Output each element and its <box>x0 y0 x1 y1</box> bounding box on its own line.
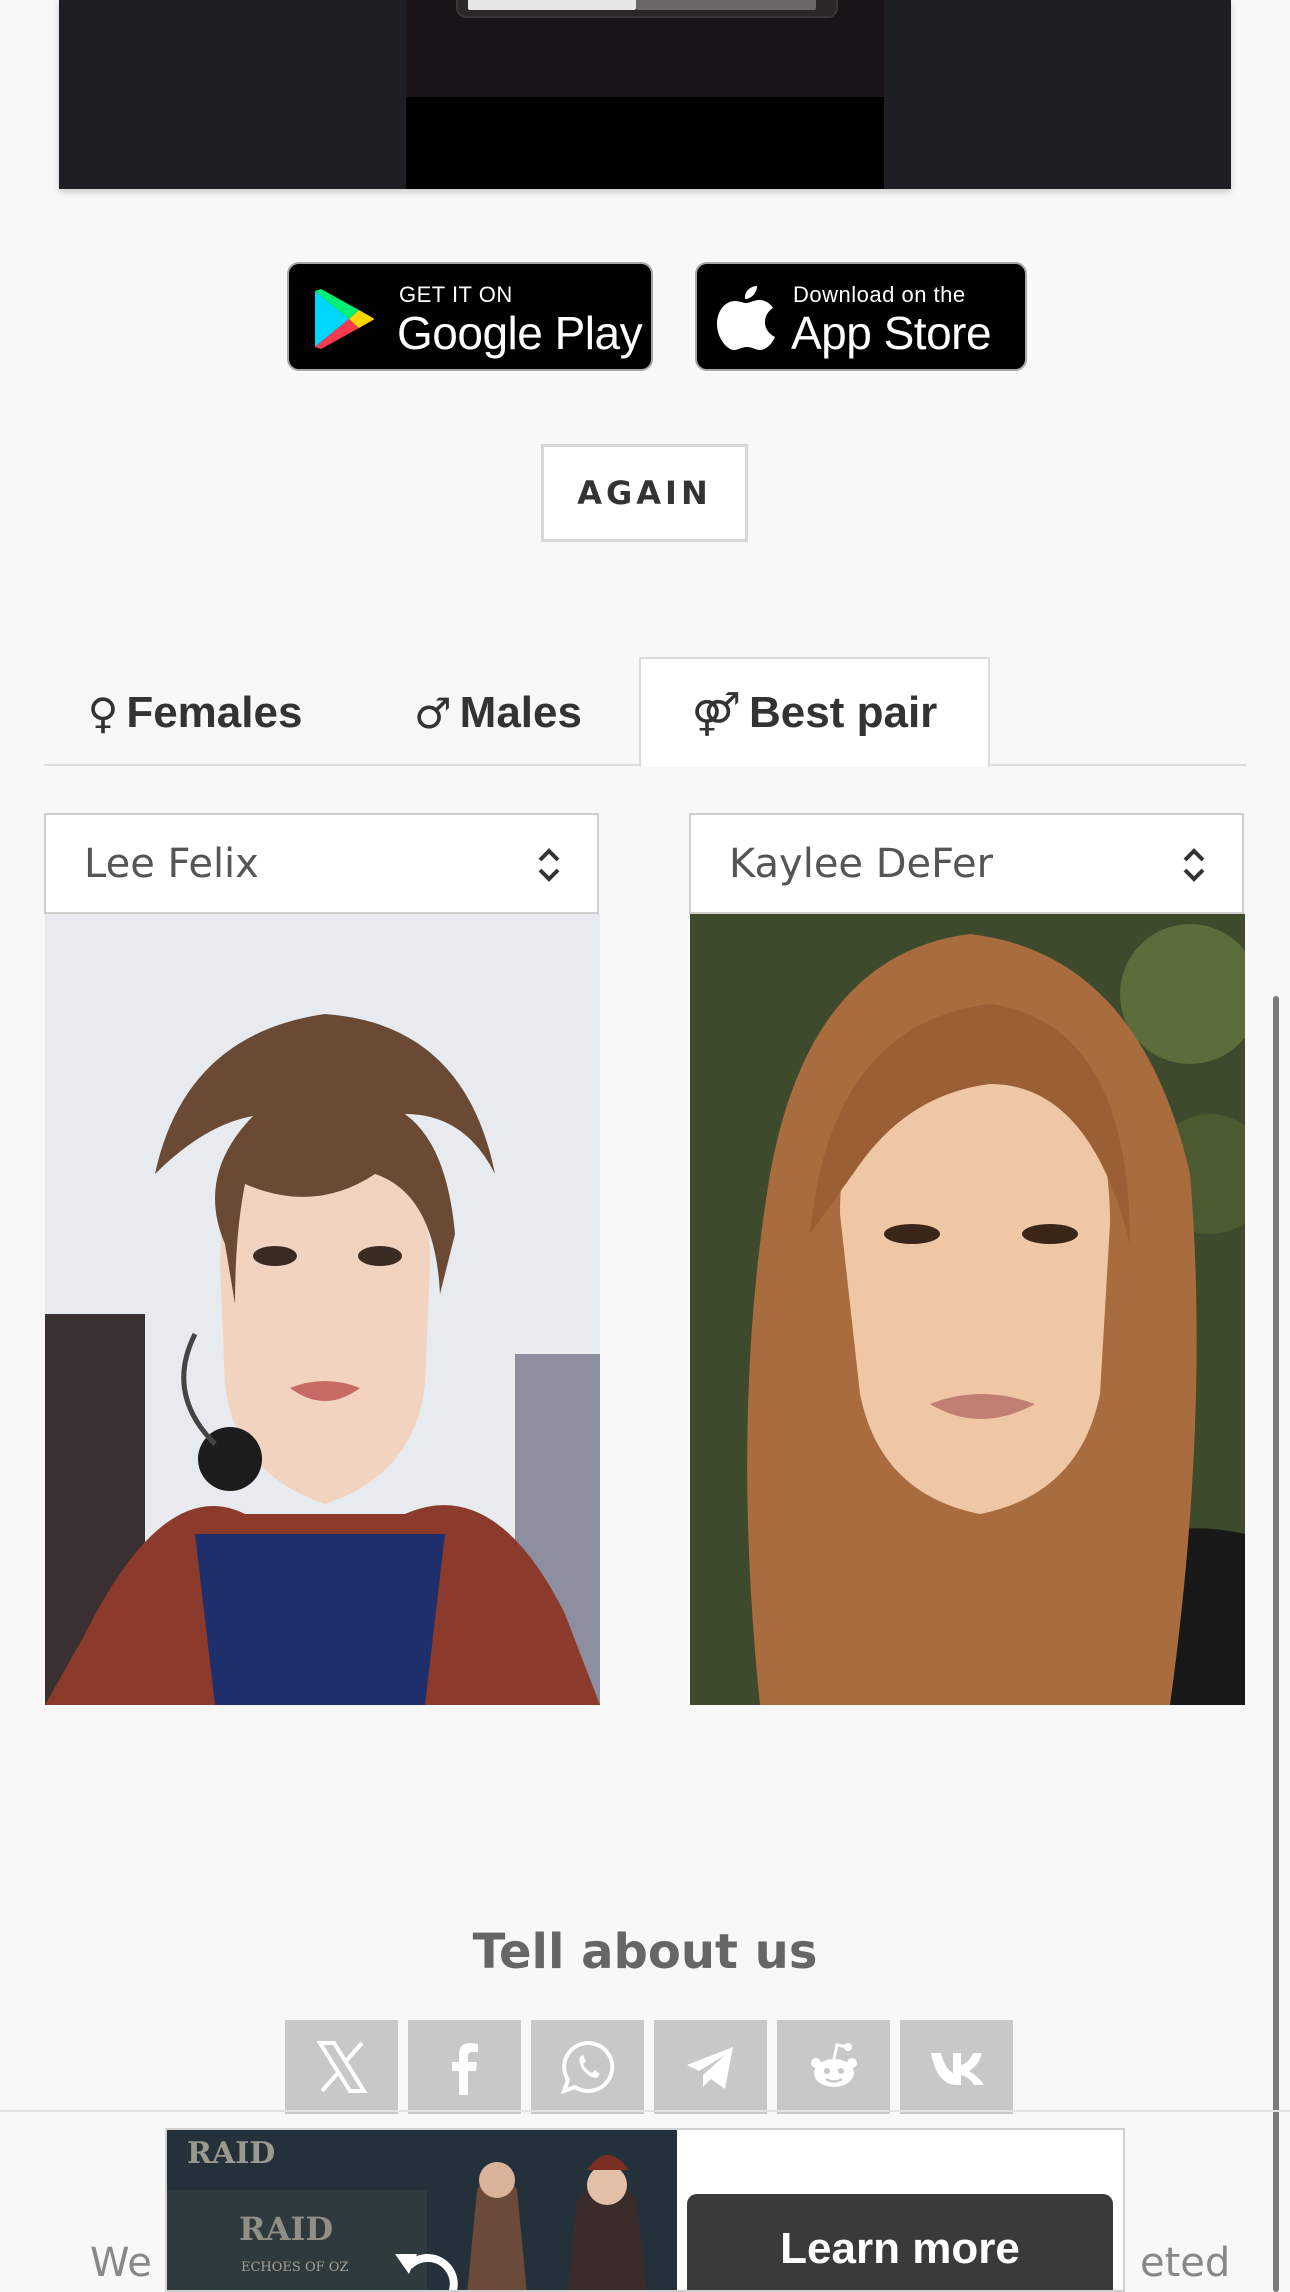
section-divider <box>0 2110 1290 2112</box>
share-telegram-button[interactable] <box>654 2020 767 2114</box>
tab-best-pair[interactable]: ⚤ Best pair <box>639 657 990 767</box>
again-button[interactable]: AGAIN <box>541 444 748 542</box>
tab-females[interactable]: ♀ Females <box>60 660 330 766</box>
share-reddit-button[interactable] <box>777 2020 890 2114</box>
video-progress-remaining <box>636 0 816 10</box>
app-store-badge[interactable]: Download on the App Store <box>695 262 1027 371</box>
reddit-icon <box>810 2043 857 2087</box>
x-icon <box>315 2041 368 2093</box>
share-vk-button[interactable] <box>900 2020 1013 2114</box>
video-progress-bar[interactable] <box>456 0 838 18</box>
share-facebook-button[interactable] <box>408 2020 521 2114</box>
tab-best-pair-label: Best pair <box>749 688 938 737</box>
male-icon: ♂ <box>414 688 452 738</box>
share-x-button[interactable] <box>285 2020 398 2114</box>
google-play-small-text: GET IT ON <box>399 282 513 307</box>
right-person-photo <box>690 914 1245 1705</box>
video-frame[interactable] <box>406 0 884 189</box>
video-player[interactable] <box>59 0 1231 189</box>
google-play-big-text: Google Play <box>397 307 643 359</box>
whatsapp-icon <box>560 2040 614 2095</box>
telegram-icon <box>686 2047 733 2089</box>
ad-brand-top: RAID <box>187 2136 276 2171</box>
left-portrait-image <box>45 914 600 1705</box>
select-arrows-icon <box>538 848 560 882</box>
apple-icon <box>717 286 775 350</box>
ad-brand-main: RAID <box>239 2210 334 2248</box>
tab-males-label: Males <box>459 688 582 737</box>
ad-learn-more-button[interactable]: Learn more <box>687 2194 1113 2290</box>
replay-icon[interactable] <box>385 2240 465 2292</box>
bottom-text-right: eted <box>1140 2240 1231 2286</box>
google-play-badge[interactable]: GET IT ON Google Play <box>287 262 653 371</box>
right-person-select[interactable]: Kaylee DeFer <box>689 813 1244 914</box>
video-preview <box>406 0 884 97</box>
bottom-text-left: We <box>90 2240 152 2286</box>
left-person-select[interactable]: Lee Felix <box>44 813 599 914</box>
video-progress-fill <box>468 0 636 10</box>
google-play-icon <box>315 289 374 349</box>
page-scrollbar[interactable] <box>1273 996 1279 2292</box>
right-portrait-image <box>690 914 1245 1705</box>
ad-subtitle: ECHOES OF OZ <box>241 2260 349 2275</box>
app-store-small-text: Download on the <box>793 282 966 307</box>
ad-image[interactable]: RAID RAID ECHOES OF OZ <box>167 2130 677 2292</box>
left-person-value: Lee Felix <box>84 841 259 887</box>
left-person-photo <box>45 914 600 1705</box>
vk-icon <box>930 2053 984 2085</box>
facebook-icon <box>451 2043 478 2095</box>
share-whatsapp-button[interactable] <box>531 2020 644 2114</box>
pair-icon: ⚤ <box>691 688 742 738</box>
ad-banner[interactable]: RAID RAID ECHOES OF OZ Learn more <box>165 2128 1125 2292</box>
select-arrows-icon <box>1183 848 1205 882</box>
tab-males[interactable]: ♂ Males <box>378 660 618 766</box>
share-title: Tell about us <box>472 1924 818 1980</box>
tab-females-label: Females <box>126 688 303 737</box>
right-person-value: Kaylee DeFer <box>729 841 994 887</box>
app-store-big-text: App Store <box>791 307 992 359</box>
female-icon: ♀ <box>87 688 119 738</box>
